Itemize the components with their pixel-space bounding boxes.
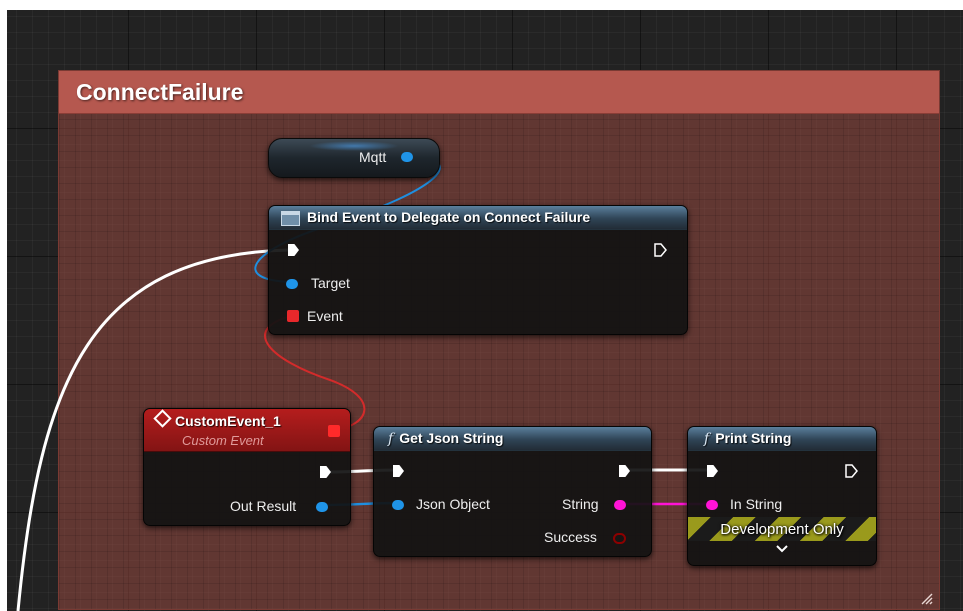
target-pin-icon[interactable] <box>286 279 298 289</box>
delegate-icon <box>281 211 300 226</box>
exec-out-pin-icon[interactable] <box>654 243 667 257</box>
custom-event-header[interactable]: CustomEvent_1 Custom Event <box>144 409 350 452</box>
left-edge <box>0 0 7 611</box>
custom-event-node[interactable]: CustomEvent_1 Custom Event Out Result <box>143 408 351 526</box>
get-json-string-node[interactable]: f Get Json String Json Object String Succ… <box>373 426 652 557</box>
string-out-pin-icon[interactable] <box>614 500 626 510</box>
string-out-label: String <box>562 496 599 512</box>
comment-header[interactable]: ConnectFailure <box>59 71 939 114</box>
object-pin-icon[interactable] <box>401 152 413 162</box>
out-result-pin-icon[interactable] <box>316 502 328 512</box>
function-icon: f <box>388 431 394 447</box>
event-delegate-pin-icon[interactable] <box>287 310 299 322</box>
mqtt-variable-node[interactable]: Mqtt <box>268 138 440 178</box>
comment-title: ConnectFailure <box>76 79 244 105</box>
json-object-label: Json Object <box>416 496 490 512</box>
top-edge <box>0 0 963 10</box>
custom-event-title: CustomEvent_1 <box>175 413 281 429</box>
success-bool-pin-icon[interactable] <box>613 533 626 544</box>
success-label: Success <box>544 529 597 545</box>
development-only-label: Development Only <box>720 521 844 538</box>
chevron-down-icon[interactable] <box>688 543 876 555</box>
delegate-out-pin-icon[interactable] <box>328 425 340 437</box>
event-pin-label: Event <box>307 308 343 324</box>
out-result-label: Out Result <box>230 498 297 514</box>
mqtt-pin-label: Mqtt <box>359 149 387 165</box>
exec-in-pin-icon[interactable] <box>393 465 404 477</box>
print-title-wrap: f Print String <box>704 430 791 447</box>
print-string-node[interactable]: f Print String In String Development Only <box>687 426 877 566</box>
print-string-title: Print String <box>715 430 792 446</box>
resize-grip-icon[interactable] <box>919 591 933 605</box>
bind-event-header[interactable]: Bind Event to Delegate on Connect Failur… <box>269 206 687 230</box>
custom-event-subtitle: Custom Event <box>182 433 264 448</box>
exec-out-pin-icon[interactable] <box>845 464 858 478</box>
bind-event-node[interactable]: Bind Event to Delegate on Connect Failur… <box>268 205 688 335</box>
target-pin-label: Target <box>311 275 350 291</box>
json-object-pin-icon[interactable] <box>392 500 404 510</box>
print-string-header[interactable]: f Print String <box>688 427 876 451</box>
get-json-title-wrap: f Get Json String <box>388 430 503 447</box>
exec-in-pin-icon[interactable] <box>707 465 718 477</box>
exec-in-pin-icon[interactable] <box>288 244 299 256</box>
custom-event-title-wrap: CustomEvent_1 <box>153 409 281 429</box>
exec-out-pin-icon[interactable] <box>619 465 630 477</box>
function-icon: f <box>704 431 710 447</box>
exec-out-pin-icon[interactable] <box>320 466 331 478</box>
event-diamond-icon <box>153 409 172 428</box>
get-json-header[interactable]: f Get Json String <box>374 427 651 451</box>
in-string-label: In String <box>730 496 783 512</box>
development-only-banner: Development Only <box>688 517 876 541</box>
bind-event-title: Bind Event to Delegate on Connect Failur… <box>307 209 591 225</box>
get-json-title: Get Json String <box>399 430 504 446</box>
in-string-pin-icon[interactable] <box>706 500 718 510</box>
